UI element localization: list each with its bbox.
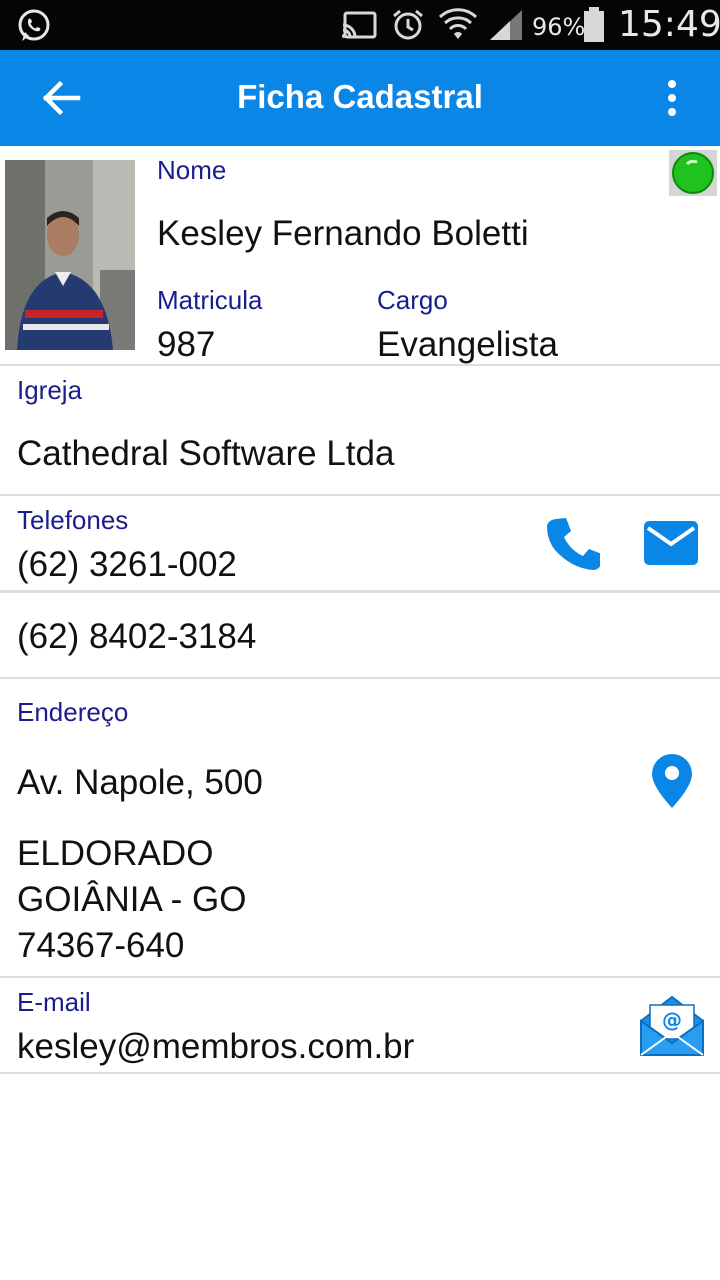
phone-1-value[interactable]: (62) 3261-002 xyxy=(17,545,237,585)
divider xyxy=(0,677,720,679)
phone-icon[interactable] xyxy=(544,516,600,572)
email-open-icon[interactable]: @ xyxy=(638,993,706,1059)
divider xyxy=(0,494,720,496)
matricula-label: Matricula xyxy=(157,285,263,315)
email-label: E-mail xyxy=(17,987,91,1017)
svg-text:@: @ xyxy=(662,1008,682,1032)
status-bar: 96% 15:49 xyxy=(0,0,720,50)
telefones-label: Telefones xyxy=(17,505,129,535)
cast-icon xyxy=(342,11,377,39)
cargo-label: Cargo xyxy=(377,285,448,315)
more-vert-icon[interactable] xyxy=(650,76,694,120)
name-value: Kesley Fernando Boletti xyxy=(157,214,529,253)
street-value: Av. Napole, 500 xyxy=(17,763,263,802)
matricula-value: 987 xyxy=(157,325,216,364)
cargo-value: Evangelista xyxy=(377,325,558,364)
phone-2-value[interactable]: (62) 8402-3184 xyxy=(17,617,256,657)
igreja-label: Igreja xyxy=(17,375,83,405)
igreja-value: Cathedral Software Ltda xyxy=(17,434,395,473)
clock: 15:49 xyxy=(618,4,720,45)
battery-icon xyxy=(584,7,604,42)
divider xyxy=(0,1072,720,1074)
whatsapp-icon xyxy=(18,9,50,41)
divider xyxy=(0,364,720,366)
alarm-icon xyxy=(393,9,423,40)
divider xyxy=(0,976,720,978)
name-label: Nome xyxy=(157,155,227,185)
online-status-icon xyxy=(669,150,717,196)
app-bar: Ficha Cadastral xyxy=(0,50,720,146)
district-value: ELDORADO xyxy=(17,834,214,873)
battery-percentage: 96% xyxy=(532,13,586,41)
signal-icon xyxy=(490,10,522,40)
endereco-label: Endereço xyxy=(17,697,129,727)
zip-value: 74367-640 xyxy=(17,926,185,965)
email-value[interactable]: kesley@membros.com.br xyxy=(17,1027,414,1067)
map-pin-icon[interactable] xyxy=(650,752,694,810)
page-title: Ficha Cadastral xyxy=(237,78,483,115)
city-value: GOIÂNIA - GO xyxy=(17,880,247,919)
profile-photo xyxy=(5,160,135,350)
wifi-icon xyxy=(438,8,478,39)
divider xyxy=(0,590,720,593)
message-icon[interactable] xyxy=(643,520,699,566)
